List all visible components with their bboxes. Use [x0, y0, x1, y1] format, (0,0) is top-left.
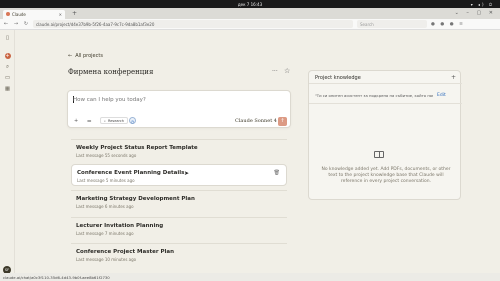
chat-timestamp: Last message 7 minutes ago	[76, 231, 134, 236]
sidebar-toggle-icon[interactable]: ▯	[4, 35, 11, 42]
book-icon	[374, 151, 384, 158]
clock: дек 7 16:43	[237, 1, 263, 7]
new-tab-icon[interactable]: +	[72, 10, 77, 17]
page-title: Фирмена конференция	[68, 68, 154, 76]
close-tab-icon[interactable]: ✕	[59, 12, 62, 17]
status-bar-url: claude.ai/chat/a0c3f110-35d6-4d43-9b0f-a…	[0, 273, 500, 281]
model-selector[interactable]: Claude Sonnet 4 ⌄	[235, 118, 283, 124]
chat-list-item[interactable]: Lecturer Invitation Planning Last messag…	[71, 217, 287, 239]
model-label: Claude Sonnet 4	[235, 118, 277, 124]
projects-icon[interactable]: ▦	[4, 86, 11, 93]
extended-thinking-icon[interactable]: ◷	[129, 117, 136, 124]
trash-icon[interactable]: 🗑	[274, 170, 280, 176]
chat-timestamp: Last message 10 minutes ago	[76, 257, 137, 262]
chat-title: Lecturer Invitation Planning	[76, 223, 164, 229]
browser-search-input[interactable]: Search	[357, 20, 427, 28]
chat-input[interactable]	[73, 96, 273, 104]
tab-title: Claude	[12, 11, 26, 17]
tab-strip: Claude ✕ + ⌄ – ▢ ✕	[0, 8, 500, 19]
project-knowledge-header: Project knowledge +	[309, 71, 462, 84]
os-top-bar: дек 7 16:43 ▾ ◂) ⏻	[0, 0, 500, 8]
research-label: Research	[107, 118, 125, 123]
system-tray[interactable]: ▾ ◂) ⏻	[471, 2, 494, 7]
left-sidebar: ▯ + ⌕ ▭ ▦ SF	[0, 30, 15, 274]
knowledge-empty-state: No knowledge added yet. Add PDFs, docume…	[321, 167, 451, 184]
chat-list-item[interactable]: Conference Project Master Plan Last mess…	[71, 243, 287, 265]
main-content: ← All projects Фирмена конференция ··· ☆…	[15, 30, 500, 273]
research-button[interactable]: ⌕ Research	[100, 117, 129, 124]
claude-favicon-icon	[6, 12, 10, 17]
divider	[309, 103, 462, 104]
all-projects-label: All projects	[75, 53, 103, 59]
extensions-toolbar[interactable]: ● ● ● ≡	[431, 22, 465, 27]
add-attachment-icon[interactable]: +	[74, 118, 78, 124]
chat-composer: + ⚌ ⌕ Research ◷ Claude Sonnet 4 ⌄ ↑	[67, 90, 291, 128]
project-instructions[interactable]: "Ти си опитен асистент за подкрепа на съ…	[315, 93, 433, 98]
browser-tab[interactable]: Claude ✕	[3, 9, 65, 19]
reload-icon[interactable]: ↻	[23, 21, 29, 27]
all-projects-link[interactable]: ← All projects	[68, 53, 103, 59]
navigation-bar: ← → ↻ claude.ai/project/d4e37b9b-5f26-4a…	[0, 19, 500, 30]
chat-timestamp: Last message 55 seconds ago	[76, 153, 137, 158]
chat-title: Conference Event Planning Details	[77, 170, 185, 176]
project-knowledge-panel: Project knowledge + "Ти си опитен асисте…	[308, 70, 462, 200]
star-icon[interactable]: ☆	[284, 67, 290, 75]
tools-sliders-icon[interactable]: ⚌	[87, 118, 91, 124]
chat-title: Weekly Project Status Report Template	[76, 145, 198, 151]
chat-timestamp: Last message 5 minutes ago	[77, 178, 135, 183]
chat-title: Marketing Strategy Development Plan	[76, 196, 195, 202]
window-controls[interactable]: ⌄ – ▢ ✕	[455, 10, 496, 16]
back-arrow-icon: ←	[68, 53, 73, 59]
chat-title: Conference Project Master Plan	[76, 249, 175, 255]
new-chat-icon[interactable]: +	[4, 53, 11, 59]
chat-list-item[interactable]: Weekly Project Status Report Template La…	[71, 139, 287, 161]
forward-arrow-icon[interactable]: →	[13, 21, 19, 27]
back-arrow-icon[interactable]: ←	[3, 21, 9, 27]
more-options-icon[interactable]: ···	[272, 68, 278, 75]
send-button[interactable]: ↑	[278, 116, 287, 126]
edit-instructions-link[interactable]: Edit	[437, 93, 446, 98]
add-knowledge-icon[interactable]: +	[451, 74, 456, 81]
mouse-cursor-icon: ➤	[184, 170, 190, 177]
chats-icon[interactable]: ▭	[4, 75, 11, 82]
search-icon[interactable]: ⌕	[4, 64, 11, 71]
chat-list-item[interactable]: Marketing Strategy Development Plan Last…	[71, 190, 287, 212]
research-icon: ⌕	[104, 118, 106, 123]
project-knowledge-title: Project knowledge	[315, 75, 361, 81]
address-bar[interactable]: claude.ai/project/d4e37b9b-5f26-4aa7-9c7…	[33, 20, 353, 28]
chat-list-item[interactable]: Conference Event Planning Details Last m…	[71, 164, 287, 186]
chat-timestamp: Last message 6 minutes ago	[76, 204, 134, 209]
